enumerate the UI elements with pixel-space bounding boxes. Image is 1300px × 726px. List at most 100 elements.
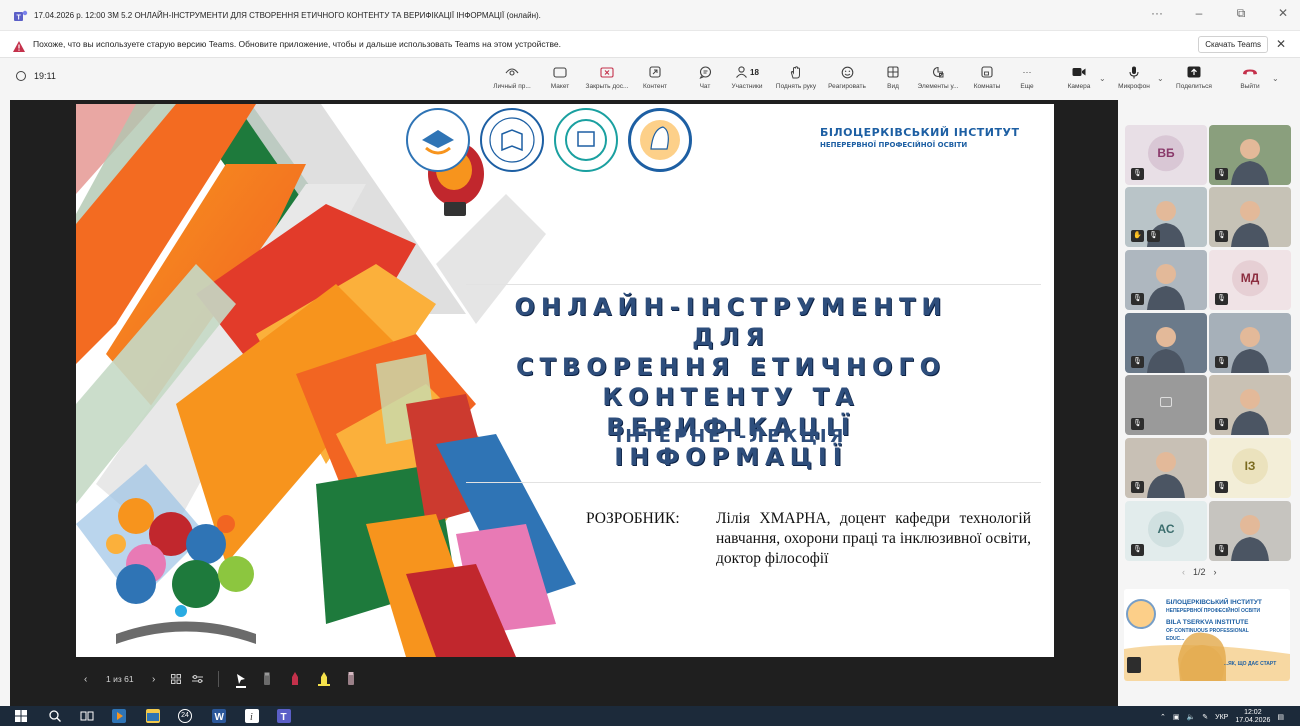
- system-tray: ⌃ ▣ 🔈 ✎ УКР 12:02 17.04.2026 ▤: [1160, 709, 1284, 725]
- muted-mic-icon: 🎙: [1215, 168, 1228, 180]
- svg-text:W: W: [215, 712, 225, 723]
- svg-text:i: i: [250, 712, 253, 723]
- participant-tile[interactable]: 🎙: [1209, 501, 1291, 561]
- clock-time: 12:02: [1244, 709, 1262, 716]
- participant-tile[interactable]: 🎙: [1209, 125, 1291, 185]
- participant-tile[interactable]: 🎙: [1209, 187, 1291, 247]
- muted-mic-icon: 🎙: [1215, 418, 1228, 430]
- more-options-button[interactable]: ···: [1148, 6, 1166, 21]
- eraser-tool-icon[interactable]: [262, 669, 272, 689]
- gallery-next-button[interactable]: ›: [1214, 567, 1217, 577]
- leave-button[interactable]: Выйти: [1223, 63, 1277, 90]
- participants-icon: 18: [735, 63, 759, 81]
- preview-line2: НЕПЕРЕРВНОЇ ПРОФЕСІЙНОЇ ОСВІТИ: [1166, 608, 1261, 614]
- participant-tile[interactable]: 🎙: [1125, 313, 1207, 373]
- gallery-prev-button[interactable]: ‹: [1182, 567, 1185, 577]
- journal-app-icon[interactable]: i: [245, 709, 259, 723]
- red-pen-tool-icon[interactable]: [290, 669, 300, 689]
- stop-sharing-button[interactable]: Закрыть дос...: [580, 63, 634, 90]
- author-value: Лілія ХМАРНА, доцент кафедри технологій …: [716, 510, 1031, 567]
- update-banner: Похоже, что вы используете старую версию…: [0, 31, 1300, 58]
- microphone-label: Микрофон: [1118, 83, 1150, 90]
- clock-date: 17.04.2026: [1235, 717, 1271, 724]
- grid-view-icon[interactable]: [171, 669, 181, 689]
- input-icon[interactable]: ✎: [1202, 713, 1208, 721]
- content-button[interactable]: Контент: [628, 63, 682, 90]
- download-teams-button[interactable]: Скачать Teams: [1198, 36, 1268, 53]
- banner-close-button[interactable]: ✕: [1276, 37, 1286, 51]
- participant-initials: АС: [1148, 511, 1184, 548]
- preview-line1: БІЛОЦЕРКІВСЬКИЙ ІНСТИТУТ: [1166, 599, 1262, 606]
- muted-mic-icon: 🎙: [1131, 544, 1144, 556]
- pink-pen-tool-icon[interactable]: [346, 669, 356, 689]
- close-window-button[interactable]: ✕: [1274, 6, 1292, 21]
- camera-button[interactable]: Камера: [1052, 63, 1106, 90]
- layout-button[interactable]: Макет: [533, 63, 587, 90]
- media-player-icon[interactable]: [112, 709, 126, 723]
- share-button[interactable]: Поделиться: [1167, 63, 1221, 90]
- word-icon[interactable]: W: [212, 709, 226, 723]
- volume-icon[interactable]: 🔈: [1187, 713, 1196, 721]
- toolbar-label: Закрыть дос...: [585, 83, 629, 90]
- minimize-button[interactable]: –: [1190, 6, 1208, 21]
- highlighter-tool-icon[interactable]: [318, 669, 330, 689]
- education-icons-graphic: [106, 498, 256, 644]
- muted-mic-icon: 🎙: [1131, 168, 1144, 180]
- gallery-pager: ‹ 1/2 ›: [1182, 567, 1217, 577]
- search-icon[interactable]: [48, 709, 62, 723]
- participant-tile[interactable]: 🎙: [1125, 375, 1207, 435]
- participant-tile[interactable]: МД 🎙: [1209, 250, 1291, 310]
- participant-tile[interactable]: 🎙: [1125, 250, 1207, 310]
- language-indicator[interactable]: УКР: [1215, 714, 1228, 721]
- next-slide-button[interactable]: ›: [152, 669, 155, 689]
- task-view-icon[interactable]: [80, 709, 94, 723]
- teams-taskbar-icon[interactable]: T: [277, 709, 291, 723]
- raise-hand-button[interactable]: Поднять руку: [769, 63, 823, 90]
- content-icon: [649, 63, 661, 81]
- participant-tile[interactable]: 🎙: [1209, 375, 1291, 435]
- apps-button[interactable]: Элементы у...: [911, 63, 965, 90]
- participants-button[interactable]: 18 Участники: [720, 63, 774, 90]
- divider: [466, 284, 1041, 285]
- participant-tile[interactable]: 🎙: [1209, 313, 1291, 373]
- raise-hand-icon: [790, 63, 802, 81]
- pinned-icon: ✋: [1131, 230, 1144, 242]
- settings-sliders-icon[interactable]: [192, 669, 203, 689]
- participant-tile[interactable]: 🎙: [1125, 438, 1207, 498]
- camera-icon: [1072, 63, 1086, 81]
- microphone-options-chevron-icon[interactable]: ⌄: [1157, 74, 1164, 83]
- hang-up-icon: [1242, 63, 1258, 81]
- notification-badge[interactable]: 24: [178, 709, 192, 723]
- institute-name-line1: БІЛОЦЕРКІВСЬКИЙ ІНСТИТУТ: [820, 126, 1020, 139]
- network-icon[interactable]: ▣: [1173, 713, 1180, 721]
- toolbar-label: Личный пр...: [493, 83, 531, 90]
- restore-button[interactable]: ⧉: [1232, 6, 1250, 21]
- prev-slide-button[interactable]: ‹: [84, 669, 87, 689]
- close-share-icon: [600, 63, 614, 81]
- tray-chevron-icon[interactable]: ⌃: [1160, 713, 1166, 721]
- presenter-video-preview[interactable]: БІЛОЦЕРКІВСЬКИЙ ІНСТИТУТ НЕПЕРЕРВНОЇ ПРО…: [1124, 589, 1290, 681]
- microphone-button[interactable]: Микрофон: [1107, 63, 1161, 90]
- muted-mic-icon: 🎙: [1131, 293, 1144, 305]
- personal-view-button[interactable]: Личный пр...: [485, 63, 539, 90]
- participant-initials: МД: [1232, 260, 1268, 297]
- institute-name-line2: НЕПЕРЕРВНОЇ ПРОФЕСІЙНОЇ ОСВІТИ: [820, 141, 968, 149]
- participant-tile[interactable]: 🎙 ✋: [1125, 187, 1207, 247]
- start-menu-icon[interactable]: [14, 709, 28, 723]
- institution-logos: [406, 108, 692, 172]
- pointer-tool-icon[interactable]: [236, 669, 246, 689]
- muted-mic-icon: 🎙: [1131, 356, 1144, 368]
- shield-icon: [16, 71, 26, 81]
- leave-options-chevron-icon[interactable]: ⌄: [1272, 74, 1279, 83]
- taskbar-clock[interactable]: 12:02 17.04.2026: [1235, 709, 1270, 725]
- logo-1-icon: [406, 108, 470, 172]
- logo-3-icon: [554, 108, 618, 172]
- participant-tile[interactable]: АС 🎙: [1125, 501, 1207, 561]
- participant-tile[interactable]: ВБ 🎙: [1125, 125, 1207, 185]
- notifications-icon[interactable]: ▤: [1277, 713, 1284, 721]
- camera-options-chevron-icon[interactable]: ⌄: [1099, 74, 1106, 83]
- more-icon: ···: [1022, 67, 1032, 77]
- file-explorer-icon[interactable]: [146, 709, 160, 723]
- more-actions-button[interactable]: ··· Еще: [1000, 63, 1054, 90]
- participant-tile[interactable]: ІЗ 🎙: [1209, 438, 1291, 498]
